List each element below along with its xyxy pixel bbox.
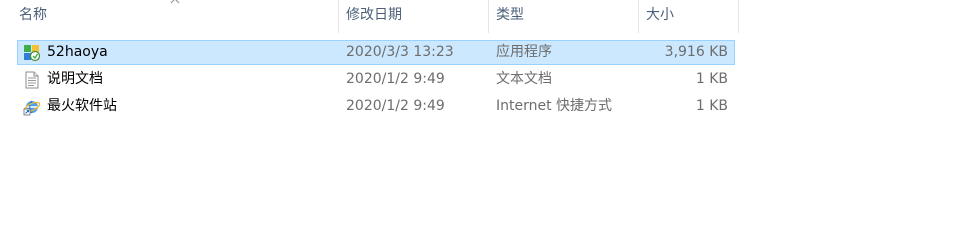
column-divider[interactable] — [738, 0, 739, 33]
file-row-readme[interactable]: 说明文档 2020/1/2 9:49 文本文档 1 KB — [17, 67, 735, 92]
file-size: 3,916 KB — [664, 44, 728, 60]
column-header-name[interactable]: 名称 — [11, 0, 338, 33]
file-type: Internet 快捷方式 — [496, 98, 613, 114]
column-header-type[interactable]: 类型 — [488, 0, 638, 33]
file-type: 应用程序 — [496, 44, 552, 60]
column-header-date[interactable]: 修改日期 — [338, 0, 488, 33]
file-row-shortcut[interactable]: 最火软件站 2020/1/2 9:49 Internet 快捷方式 1 KB — [17, 94, 735, 119]
column-header-bar: 名称 修改日期 类型 大小 — [0, 0, 740, 33]
text-document-icon — [25, 71, 39, 89]
file-modified-date: 2020/1/2 9:49 — [346, 98, 445, 114]
file-type: 文本文档 — [496, 71, 552, 87]
file-modified-date: 2020/3/3 13:23 — [346, 44, 454, 60]
file-modified-date: 2020/1/2 9:49 — [346, 71, 445, 87]
application-icon — [24, 45, 41, 62]
file-name: 52haoya — [47, 44, 108, 60]
file-size: 1 KB — [695, 71, 728, 87]
internet-shortcut-icon — [23, 100, 41, 116]
file-size: 1 KB — [695, 98, 728, 114]
file-name: 最火软件站 — [47, 98, 117, 114]
file-name: 说明文档 — [47, 71, 103, 87]
file-row-52haoya[interactable]: 52haoya 2020/3/3 13:23 应用程序 3,916 KB — [17, 40, 735, 65]
column-header-size[interactable]: 大小 — [638, 0, 738, 33]
